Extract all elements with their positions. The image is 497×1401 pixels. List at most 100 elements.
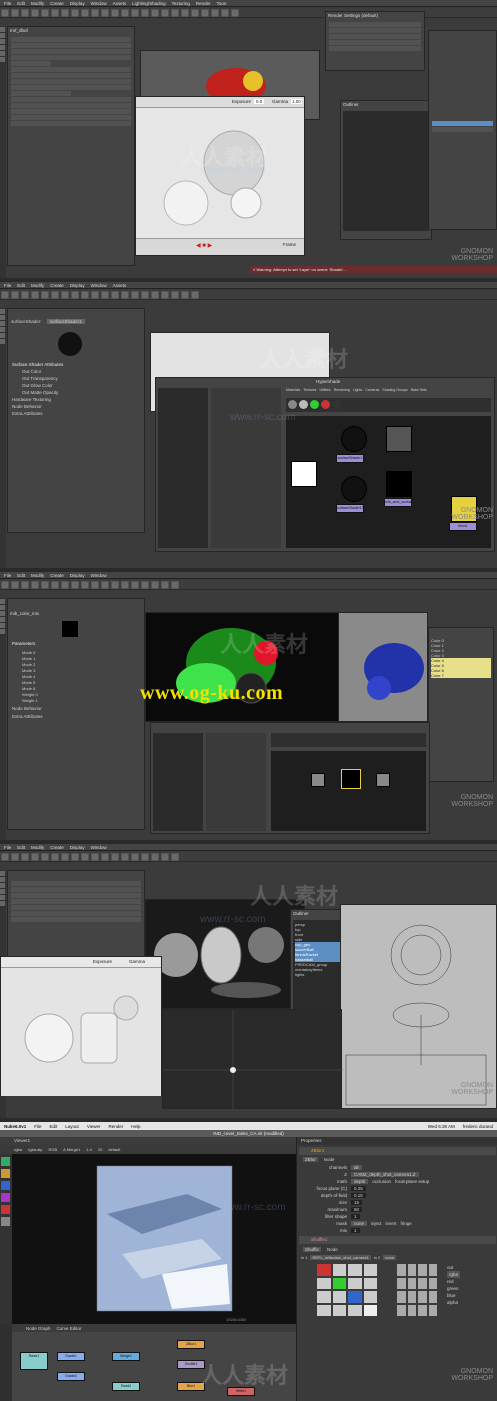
shuffle-tab[interactable]: Shuffle bbox=[303, 1247, 321, 1252]
filter-shape-field[interactable]: 1 bbox=[351, 1214, 360, 1219]
viewer-input[interactable]: A Merge1 bbox=[63, 1147, 80, 1152]
zoom[interactable]: 1:4 bbox=[86, 1147, 92, 1152]
inject-checkbox[interactable]: inject bbox=[371, 1221, 382, 1226]
node-swatch-white[interactable] bbox=[291, 461, 317, 487]
occlusion-checkbox[interactable]: occlusion bbox=[372, 1179, 391, 1184]
menu-display[interactable]: Display bbox=[70, 283, 85, 288]
menu-modify[interactable]: Modify bbox=[31, 1, 44, 6]
node-amb-occlusion[interactable]: mib_amb_occlusion1 bbox=[384, 498, 412, 507]
menu-assets[interactable]: Assets bbox=[113, 283, 127, 288]
focus-plane-field[interactable]: 0.25 bbox=[351, 1186, 366, 1191]
color-7[interactable]: Color 7 bbox=[431, 673, 491, 678]
z-dropdown[interactable]: CAMZ_depth_shot_camera1.Z bbox=[351, 1172, 419, 1177]
menu-file[interactable]: File bbox=[4, 283, 11, 288]
node-tree[interactable] bbox=[158, 388, 208, 548]
tab-bake-sets[interactable]: Bake Sets bbox=[411, 388, 427, 396]
zblur-tab[interactable]: ZBlur bbox=[303, 1157, 318, 1162]
node-swatch-output[interactable] bbox=[376, 773, 390, 787]
maximum-field[interactable]: 50 bbox=[351, 1207, 363, 1212]
menu-lighting[interactable]: Lighting/Shading bbox=[132, 1, 166, 6]
menu-display[interactable]: Display bbox=[70, 845, 85, 850]
node-swatch-selected[interactable] bbox=[341, 769, 361, 789]
shuffle-node-header[interactable]: Shuffle1 bbox=[299, 1236, 496, 1244]
app-name[interactable]: Nuke6.0v1 bbox=[4, 1124, 26, 1129]
node-zblur1[interactable]: ZBlur1 bbox=[177, 1340, 205, 1349]
viewer-mode[interactable]: RGB bbox=[48, 1147, 57, 1152]
math-dropdown[interactable]: depth bbox=[351, 1179, 369, 1184]
viewer-layer[interactable]: rgba.alp bbox=[28, 1147, 42, 1152]
menu-modify[interactable]: Modify bbox=[31, 845, 44, 850]
tab-textures[interactable]: Textures bbox=[303, 388, 316, 396]
shuffle-node-tab[interactable]: Node bbox=[327, 1247, 338, 1252]
zblur-node-tab[interactable]: Node bbox=[324, 1157, 335, 1162]
node-surface-shader[interactable]: surfaceShader1 bbox=[336, 454, 364, 463]
play-controls-icon[interactable]: ◀ ■ ▶ bbox=[196, 242, 212, 249]
viewer-tab[interactable]: Viewer1 bbox=[0, 1137, 296, 1145]
menu-toon[interactable]: Toon bbox=[217, 1, 227, 6]
viewer-canvas[interactable]: 1920x1080 bbox=[12, 1154, 296, 1324]
tab-materials[interactable]: Materials bbox=[286, 388, 300, 396]
menu-render[interactable]: Render bbox=[196, 1, 211, 6]
invert-checkbox[interactable]: invert bbox=[386, 1221, 397, 1226]
menu-file[interactable]: File bbox=[4, 1, 11, 6]
menu-layout[interactable]: Layout bbox=[65, 1124, 79, 1129]
section-node-behavior[interactable]: Node Behavior bbox=[12, 404, 140, 409]
node-tree[interactable] bbox=[153, 733, 203, 831]
node-grade2[interactable]: Grade2 bbox=[57, 1372, 85, 1381]
tab-shading-groups[interactable]: Shading Groups bbox=[382, 388, 407, 396]
tab-cameras[interactable]: Cameras bbox=[365, 388, 379, 396]
viewport-persp[interactable] bbox=[162, 1009, 343, 1110]
mask-dropdown[interactable]: none bbox=[351, 1221, 368, 1226]
tab-rendering[interactable]: Rendering bbox=[334, 388, 350, 396]
viewer-lut[interactable]: default bbox=[108, 1147, 120, 1152]
viewport-wireframe[interactable] bbox=[338, 612, 428, 722]
menu-edit[interactable]: Edit bbox=[17, 845, 25, 850]
surface-shader-field[interactable]: surfaceShader1 bbox=[46, 319, 85, 324]
menu-create[interactable]: Create bbox=[50, 283, 64, 288]
menu-edit[interactable]: Edit bbox=[17, 283, 25, 288]
node-blinn[interactable]: blinn1 bbox=[449, 522, 477, 531]
menu-window[interactable]: Window bbox=[91, 283, 107, 288]
menu-modify[interactable]: Modify bbox=[31, 283, 44, 288]
section-hardware-texturing[interactable]: Hardware Texturing bbox=[12, 397, 140, 402]
node-merge1[interactable]: Merge1 bbox=[112, 1352, 140, 1361]
viewer-channels[interactable]: rgba bbox=[14, 1147, 22, 1152]
channels-dropdown[interactable]: all bbox=[351, 1165, 362, 1170]
menu-render[interactable]: Render bbox=[109, 1124, 124, 1129]
viewport-wireframe[interactable] bbox=[340, 904, 497, 1109]
menu-display[interactable]: Display bbox=[70, 573, 85, 578]
mix-field[interactable]: 1 bbox=[351, 1228, 360, 1233]
out-dropdown[interactable]: rgba bbox=[447, 1271, 461, 1278]
tab-curve-editor[interactable]: Curve Editor bbox=[57, 1326, 82, 1331]
fringe-checkbox[interactable]: fringe bbox=[401, 1221, 412, 1226]
menu-display[interactable]: Display bbox=[70, 1, 85, 6]
section-extra-attributes[interactable]: Extra Attributes bbox=[12, 714, 140, 719]
node-read1[interactable]: Read1 bbox=[20, 1352, 48, 1370]
exposure-value[interactable]: 0.0 bbox=[254, 99, 265, 104]
node-list[interactable] bbox=[206, 733, 266, 831]
menu-texturing[interactable]: Texturing bbox=[172, 1, 190, 6]
tab-lights[interactable]: Lights bbox=[353, 388, 362, 396]
gamma-value[interactable]: 1.00 bbox=[291, 99, 302, 104]
section-extra-attributes[interactable]: Extra Attributes bbox=[12, 411, 140, 416]
in1-dropdown[interactable]: REFL_reflection_shot_camera1 bbox=[310, 1255, 371, 1260]
menu-help[interactable]: Help bbox=[131, 1124, 140, 1129]
menu-window[interactable]: Window bbox=[91, 573, 107, 578]
menu-file[interactable]: File bbox=[34, 1124, 41, 1129]
zblur-node-header[interactable]: ZBlur1 bbox=[299, 1147, 496, 1155]
node-swatch-4[interactable] bbox=[386, 471, 412, 497]
node-read2[interactable]: Read2 bbox=[112, 1382, 140, 1391]
menu-create[interactable]: Create bbox=[50, 1, 64, 6]
menu-modify[interactable]: Modify bbox=[31, 573, 44, 578]
menu-window[interactable]: Window bbox=[91, 845, 107, 850]
menu-edit[interactable]: Edit bbox=[17, 1, 25, 6]
menu-window[interactable]: Window bbox=[91, 1, 107, 6]
node-swatch-1[interactable] bbox=[341, 426, 367, 452]
size-field[interactable]: 15 bbox=[351, 1200, 363, 1205]
section-parameters[interactable]: Parameters bbox=[12, 641, 140, 646]
in2-dropdown[interactable]: none bbox=[383, 1255, 397, 1260]
work-area[interactable] bbox=[271, 751, 426, 831]
menu-create[interactable]: Create bbox=[50, 573, 64, 578]
node-swatch-3[interactable] bbox=[386, 426, 412, 452]
menu-file[interactable]: File bbox=[4, 845, 11, 850]
